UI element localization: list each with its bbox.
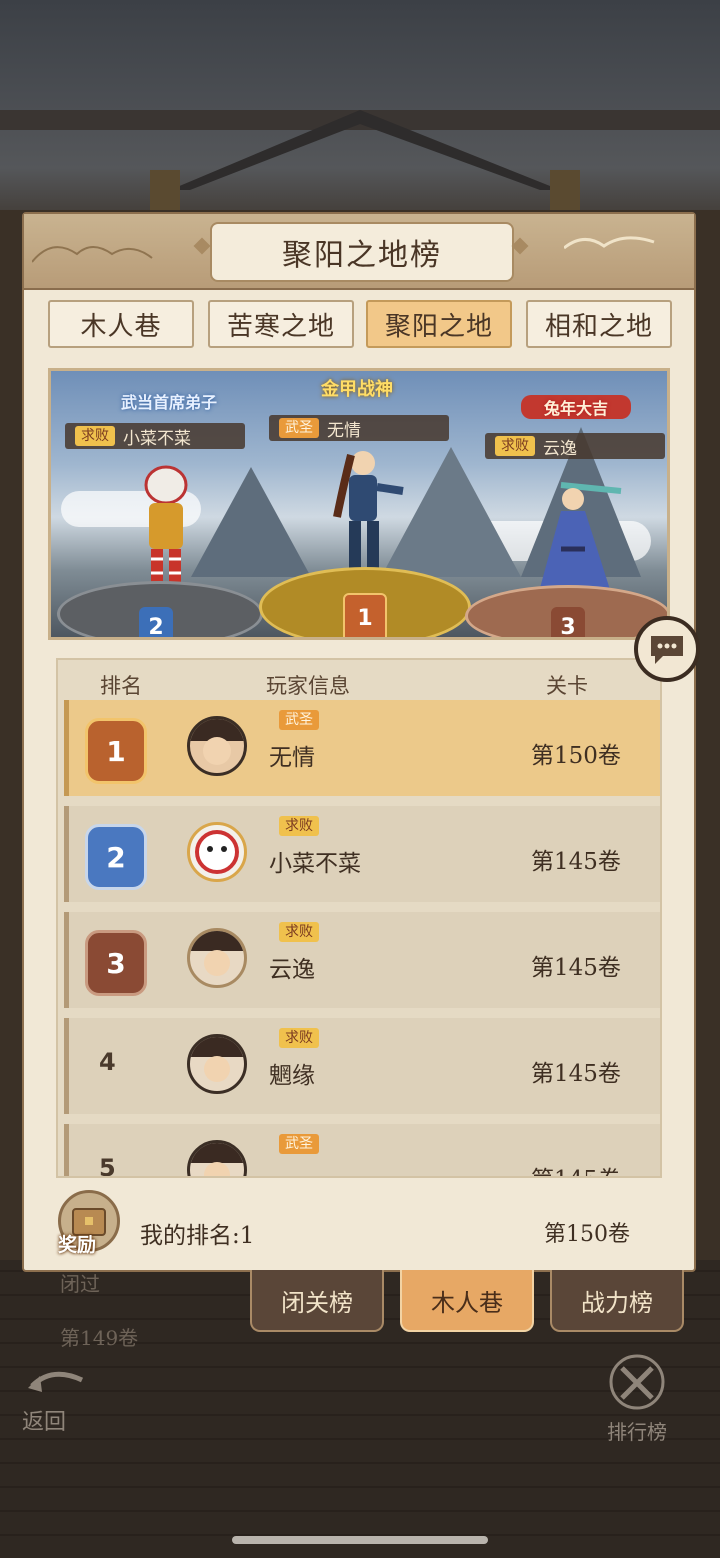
rank-number: 4 [99, 1048, 116, 1076]
leaderboard-panel: 聚阳之地榜 木人巷 苦寒之地 聚阳之地 相和之地 武当首席弟子 求败 小菜不菜 … [22, 212, 696, 1272]
podium-stage: 武当首席弟子 求败 小菜不菜 2 金甲战神 武圣 无情 1 兔年大吉 求败 云逸… [48, 368, 670, 640]
region-tabs: 木人巷 苦寒之地 聚阳之地 相和之地 [48, 300, 674, 350]
player-name: 小菜不菜 [269, 851, 361, 877]
my-rank-stage: 第150卷 [544, 1222, 630, 1247]
left-wall [0, 240, 22, 1270]
reward-label: 奖励 [58, 1234, 97, 1256]
back-button[interactable]: 返回 [22, 1366, 92, 1435]
player-portrait-icon [190, 1037, 244, 1082]
player-portrait-icon [190, 931, 244, 976]
tab-zhanli-bang[interactable]: 战力榜 [550, 1270, 684, 1332]
chat-bubble-icon [651, 636, 683, 664]
tab-xianghe-zhidi[interactable]: 相和之地 [526, 300, 672, 348]
leaderboard-label: 排行榜 [607, 1420, 667, 1444]
plaque-right-ornament [511, 237, 529, 255]
header-stage: 关卡 [546, 674, 588, 698]
right-wall [694, 240, 720, 1270]
rank-medal-bronze-icon: 3 [85, 930, 147, 996]
header-player-info: 玩家信息 [266, 674, 350, 698]
avatar[interactable] [187, 928, 247, 988]
third-name: 云逸 [543, 438, 577, 459]
leaderboard-type-tabs: 闭关榜 木人巷 战力榜 [250, 1270, 686, 1336]
list-header: 排名 玩家信息 关卡 [58, 660, 660, 702]
rank-medal-gold-icon: 1 [85, 718, 147, 784]
tab-kuhan-zhidi[interactable]: 苦寒之地 [208, 300, 354, 348]
player-stage: 第150卷 [531, 743, 621, 769]
avatar[interactable] [187, 716, 247, 776]
player-tag: 武圣 [279, 1134, 319, 1154]
third-title-badge: 兔年大吉 [521, 395, 631, 419]
table-row[interactable]: 3 求败 云逸 第145卷 [64, 912, 660, 1008]
tab-juyang-zhidi[interactable]: 聚阳之地 [366, 300, 512, 348]
table-row[interactable]: 5 武圣 第145卷 [64, 1124, 660, 1178]
background-text-top: 闭过 [60, 1272, 100, 1296]
first-rank-badge: 1 [343, 593, 387, 637]
third-rank-badge: 3 [551, 607, 585, 637]
tab-muren-xiang[interactable]: 木人巷 [48, 300, 194, 348]
avatar[interactable] [187, 1034, 247, 1094]
tab-muren-xiang-bottom[interactable]: 木人巷 [400, 1270, 534, 1332]
my-rank-bar: 奖励 我的排名:1 第150卷 [48, 1190, 674, 1260]
second-rank-badge: 2 [139, 607, 173, 637]
table-row[interactable]: 2 求败 小菜不菜 第145卷 [64, 806, 660, 902]
plaque-left-ornament [193, 237, 211, 255]
second-name-bar: 求败 小菜不菜 [65, 423, 245, 449]
player-stage: 第145卷 [531, 1061, 621, 1087]
first-name-bar: 武圣 无情 [269, 415, 449, 441]
table-row[interactable]: 1 武圣 无情 第150卷 [64, 700, 660, 796]
leaderboard-button[interactable]: 排行榜 [594, 1352, 680, 1444]
second-name: 小菜不菜 [123, 428, 191, 449]
home-indicator[interactable] [232, 1536, 488, 1544]
third-tag: 求败 [495, 436, 535, 456]
first-tag: 武圣 [279, 418, 319, 438]
first-title-badge: 金甲战神 [321, 379, 393, 400]
panel-title: 聚阳之地榜 [210, 222, 514, 282]
header-rank: 排名 [100, 674, 142, 698]
my-rank-label: 我的排名:1 [140, 1223, 255, 1249]
lion-mask-icon [195, 830, 239, 874]
player-name: 无情 [269, 745, 315, 771]
player-name: 魍缘 [269, 1063, 315, 1089]
third-name-bar: 求败 云逸 [485, 433, 665, 459]
panel-header: 聚阳之地榜 [24, 214, 694, 290]
player-tag: 武圣 [279, 710, 319, 730]
back-arrow-icon [28, 1371, 84, 1392]
player-tag: 求败 [279, 922, 319, 942]
player-stage: 第145卷 [531, 1160, 621, 1176]
tab-biguan-bang[interactable]: 闭关榜 [250, 1270, 384, 1332]
second-title-badge: 武当首席弟子 [120, 393, 217, 412]
second-tag: 求败 [75, 426, 115, 446]
cloud-ornament-right-icon [564, 236, 655, 250]
player-tag: 求败 [279, 1028, 319, 1048]
player-stage: 第145卷 [531, 955, 621, 981]
player-name: 云逸 [269, 957, 315, 983]
player-portrait-icon [190, 1143, 244, 1176]
rank-number: 5 [99, 1154, 116, 1178]
background-text-bottom: 第149卷 [60, 1326, 139, 1350]
player-portrait-icon [190, 719, 244, 765]
back-label: 返回 [22, 1410, 67, 1435]
ranking-list[interactable]: 排名 玩家信息 关卡 1 武圣 无情 第150卷 2 求败 小菜不菜 第145卷… [56, 658, 662, 1178]
avatar[interactable] [187, 1140, 247, 1176]
avatar[interactable] [187, 822, 247, 882]
chat-button[interactable] [634, 616, 700, 682]
crossed-swords-icon [609, 1354, 665, 1410]
first-name: 无情 [327, 420, 361, 441]
player-tag: 求败 [279, 816, 319, 836]
first-character[interactable] [313, 447, 413, 587]
table-row[interactable]: 4 求败 魍缘 第145卷 [64, 1018, 660, 1114]
rank-medal-silver-icon: 2 [85, 824, 147, 890]
cloud-ornament-icon [32, 246, 153, 263]
player-stage: 第145卷 [531, 849, 621, 875]
